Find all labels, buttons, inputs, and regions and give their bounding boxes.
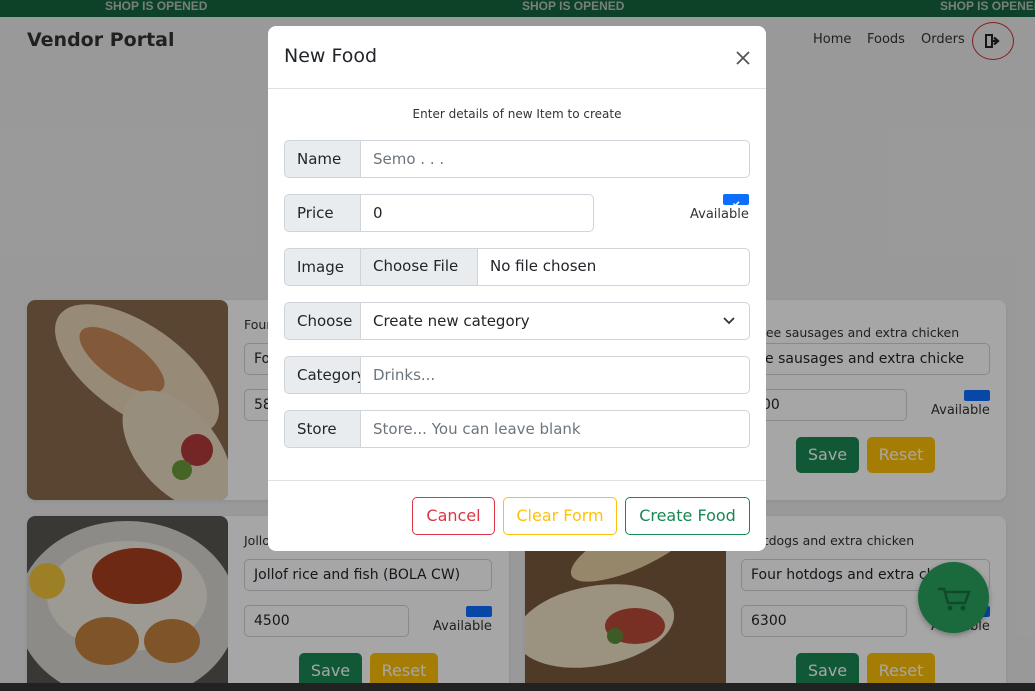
choose-row: Choose Create new category: [284, 302, 750, 340]
image-file-input[interactable]: Choose File No file chosen: [360, 248, 750, 286]
clear-form-button[interactable]: Clear Form: [503, 497, 617, 535]
cart-icon: [937, 587, 971, 610]
available-checkbox[interactable]: [723, 194, 749, 207]
choose-label: Choose: [284, 302, 361, 340]
price-label: Price: [284, 194, 361, 232]
price-input[interactable]: 0: [360, 194, 594, 232]
cart-button[interactable]: [918, 562, 989, 633]
category-select[interactable]: Create new category: [360, 302, 750, 340]
image-row: Image Choose File No file chosen: [284, 248, 750, 286]
close-icon[interactable]: [734, 49, 752, 67]
store-row: Store Store... You can leave blank: [284, 410, 750, 448]
category-input[interactable]: Drinks...: [360, 356, 750, 394]
category-row: Category Drinks...: [284, 356, 750, 394]
create-food-button[interactable]: Create Food: [625, 497, 750, 535]
name-label: Name: [284, 140, 361, 178]
category-select-value: Create new category: [373, 312, 530, 330]
file-status: No file chosen: [490, 257, 597, 275]
modal-title: New Food: [284, 45, 378, 67]
store-label: Store: [284, 410, 361, 448]
category-label: Category: [284, 356, 361, 394]
store-input[interactable]: Store... You can leave blank: [360, 410, 750, 448]
cancel-button[interactable]: Cancel: [412, 497, 495, 535]
available-label: Available: [690, 207, 749, 222]
modal-header: New Food: [268, 26, 766, 89]
price-row: Price 0: [284, 194, 594, 232]
modal-footer: Cancel Clear Form Create Food: [268, 480, 766, 551]
bottom-bar: [0, 683, 1035, 691]
name-input[interactable]: Semo . . .: [360, 140, 750, 178]
image-label: Image: [284, 248, 361, 286]
name-row: Name Semo . . .: [284, 140, 750, 178]
choose-file-button[interactable]: Choose File: [361, 249, 478, 285]
new-food-modal: New Food Enter details of new Item to cr…: [268, 26, 766, 551]
chevron-down-icon: [723, 317, 735, 325]
modal-intro-text: Enter details of new Item to create: [412, 107, 622, 121]
